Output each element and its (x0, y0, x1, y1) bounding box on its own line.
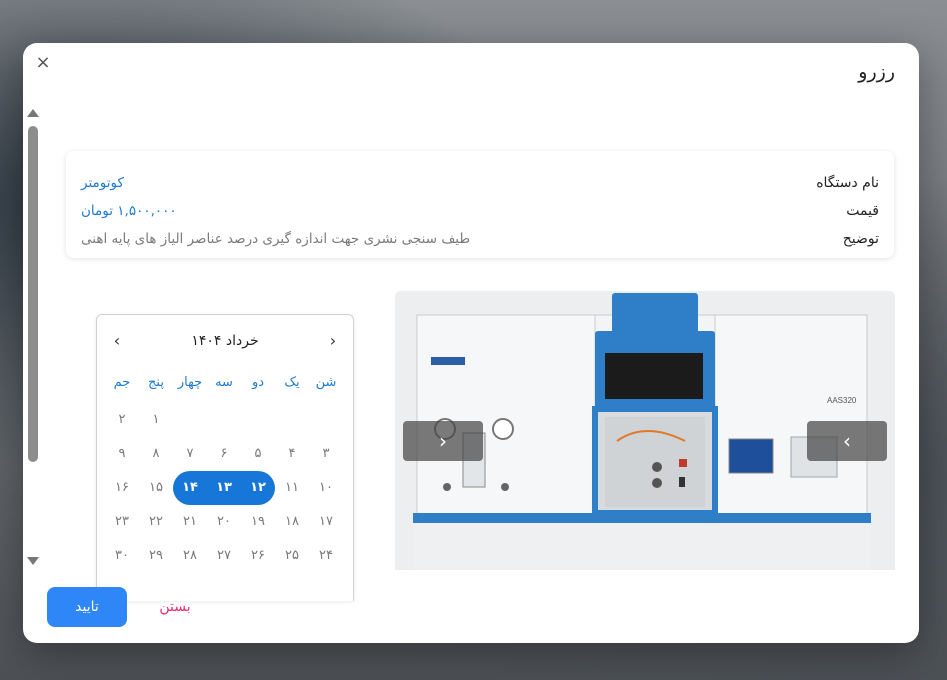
modal-title: رزرو (858, 61, 895, 83)
calendar-day[interactable]: ۱۱ (275, 471, 309, 505)
carousel-prev-button[interactable]: ‹ (807, 421, 887, 461)
calendar-day[interactable]: ۶ (207, 437, 241, 471)
calendar-day[interactable]: ۲۹ (139, 539, 173, 573)
calendar-day[interactable]: ۲۷ (207, 539, 241, 573)
calendar-day[interactable]: ۲۱ (173, 505, 207, 539)
calendar-weekday: سه (215, 375, 233, 390)
calendar-day[interactable]: ۱۸ (275, 505, 309, 539)
calendar-empty-cell (173, 403, 207, 437)
calendar-day[interactable]: ۱۵ (139, 471, 173, 505)
vertical-scrollbar[interactable] (25, 107, 41, 567)
price-value: ۱,۵۰۰,۰۰۰ تومان (81, 203, 177, 219)
calendar-weekday: پنج (148, 375, 164, 390)
calendar-empty-cell (309, 403, 343, 437)
calendar-day[interactable]: ۲۴ (309, 539, 343, 573)
calendar-grid: شن یک دو سه چهار پنج جم ۱ ۲ ۳ ۴ ۵ ۶ ۷ ۸ ۹ ۱۰ ۱۱ ۱۲ ۱۳ ۱۴ ۱۵ ۱۶… (107, 369, 343, 573)
price-row: قیمت ۱,۵۰۰,۰۰۰ تومان (81, 199, 879, 223)
calendar-day[interactable]: ۲۲ (139, 505, 173, 539)
close-icon[interactable]: × (35, 54, 51, 72)
description-value: طیف سنجی نشری جهت اندازه گیری درصد عناصر… (81, 231, 471, 247)
calendar-weekday: شن (315, 375, 337, 390)
chevron-left-icon[interactable]: › (105, 329, 129, 353)
calendar-empty-cell (207, 403, 241, 437)
date-picker: ‹ خرداد ۱۴۰۴ › شن یک دو سه چهار پنج جم ۱ ۲ ۳ ۴ ۵ ۶ ۷ ۸… (96, 314, 354, 601)
scroll-down-arrow-icon[interactable] (27, 557, 39, 565)
calendar-weekday: جم (113, 375, 131, 390)
calendar-day[interactable]: ۲۳ (105, 505, 139, 539)
calendar-empty-cell (275, 403, 309, 437)
calendar-day[interactable]: ۳۰ (105, 539, 139, 573)
device-image-carousel: AAS320 › ‹ (395, 291, 895, 570)
chevron-right-icon[interactable]: ‹ (321, 329, 345, 353)
calendar-month-label: خرداد ۱۴۰۴ (191, 333, 259, 349)
calendar-day[interactable]: ۱ (139, 403, 173, 437)
confirm-button[interactable]: تایید (47, 587, 127, 627)
calendar-day[interactable]: ۹ (105, 437, 139, 471)
device-name-row: نام دستگاه کوتومتر (81, 171, 879, 195)
price-label: قیمت (846, 203, 879, 219)
description-row: توضیح طیف سنجی نشری جهت اندازه گیری درصد… (81, 227, 879, 251)
calendar-day[interactable]: ۴ (275, 437, 309, 471)
calendar-day[interactable]: ۲۵ (275, 539, 309, 573)
close-button[interactable]: بستن (143, 587, 207, 627)
device-info-card: نام دستگاه کوتومتر قیمت ۱,۵۰۰,۰۰۰ تومان … (66, 151, 894, 258)
calendar-day[interactable]: ۲ (105, 403, 139, 437)
calendar-day[interactable]: ۱۳ (207, 471, 241, 505)
calendar-weekday: چهار (177, 375, 203, 390)
calendar-day[interactable]: ۲۰ (207, 505, 241, 539)
calendar-day[interactable]: ۲۸ (173, 539, 207, 573)
reservation-modal: × رزرو نام دستگاه کوتومتر قیمت ۱,۵۰۰,۰۰۰… (23, 43, 919, 643)
calendar-day[interactable]: ۱۴ (173, 471, 207, 505)
device-name-value: کوتومتر (81, 175, 124, 191)
description-label: توضیح (842, 231, 879, 247)
calendar-day[interactable]: ۵ (241, 437, 275, 471)
calendar-header: ‹ خرداد ۱۴۰۴ › (97, 329, 353, 353)
calendar-day[interactable]: ۱۹ (241, 505, 275, 539)
calendar-day[interactable]: ۷ (173, 437, 207, 471)
scroll-thumb[interactable] (28, 126, 38, 462)
calendar-day[interactable]: ۱۰ (309, 471, 343, 505)
calendar-day[interactable]: ۸ (139, 437, 173, 471)
calendar-weekday: یک (284, 375, 300, 390)
calendar-day[interactable]: ۲۶ (241, 539, 275, 573)
calendar-weekday: دو (251, 375, 265, 390)
calendar-day[interactable]: ۱۲ (241, 471, 275, 505)
scroll-up-arrow-icon[interactable] (27, 109, 39, 117)
calendar-day[interactable]: ۱۷ (309, 505, 343, 539)
device-name-label: نام دستگاه (816, 175, 879, 191)
calendar-day[interactable]: ۱۶ (105, 471, 139, 505)
model-label: AAS320 (827, 396, 857, 405)
calendar-empty-cell (241, 403, 275, 437)
carousel-next-button[interactable]: › (403, 421, 483, 461)
calendar-day[interactable]: ۳ (309, 437, 343, 471)
